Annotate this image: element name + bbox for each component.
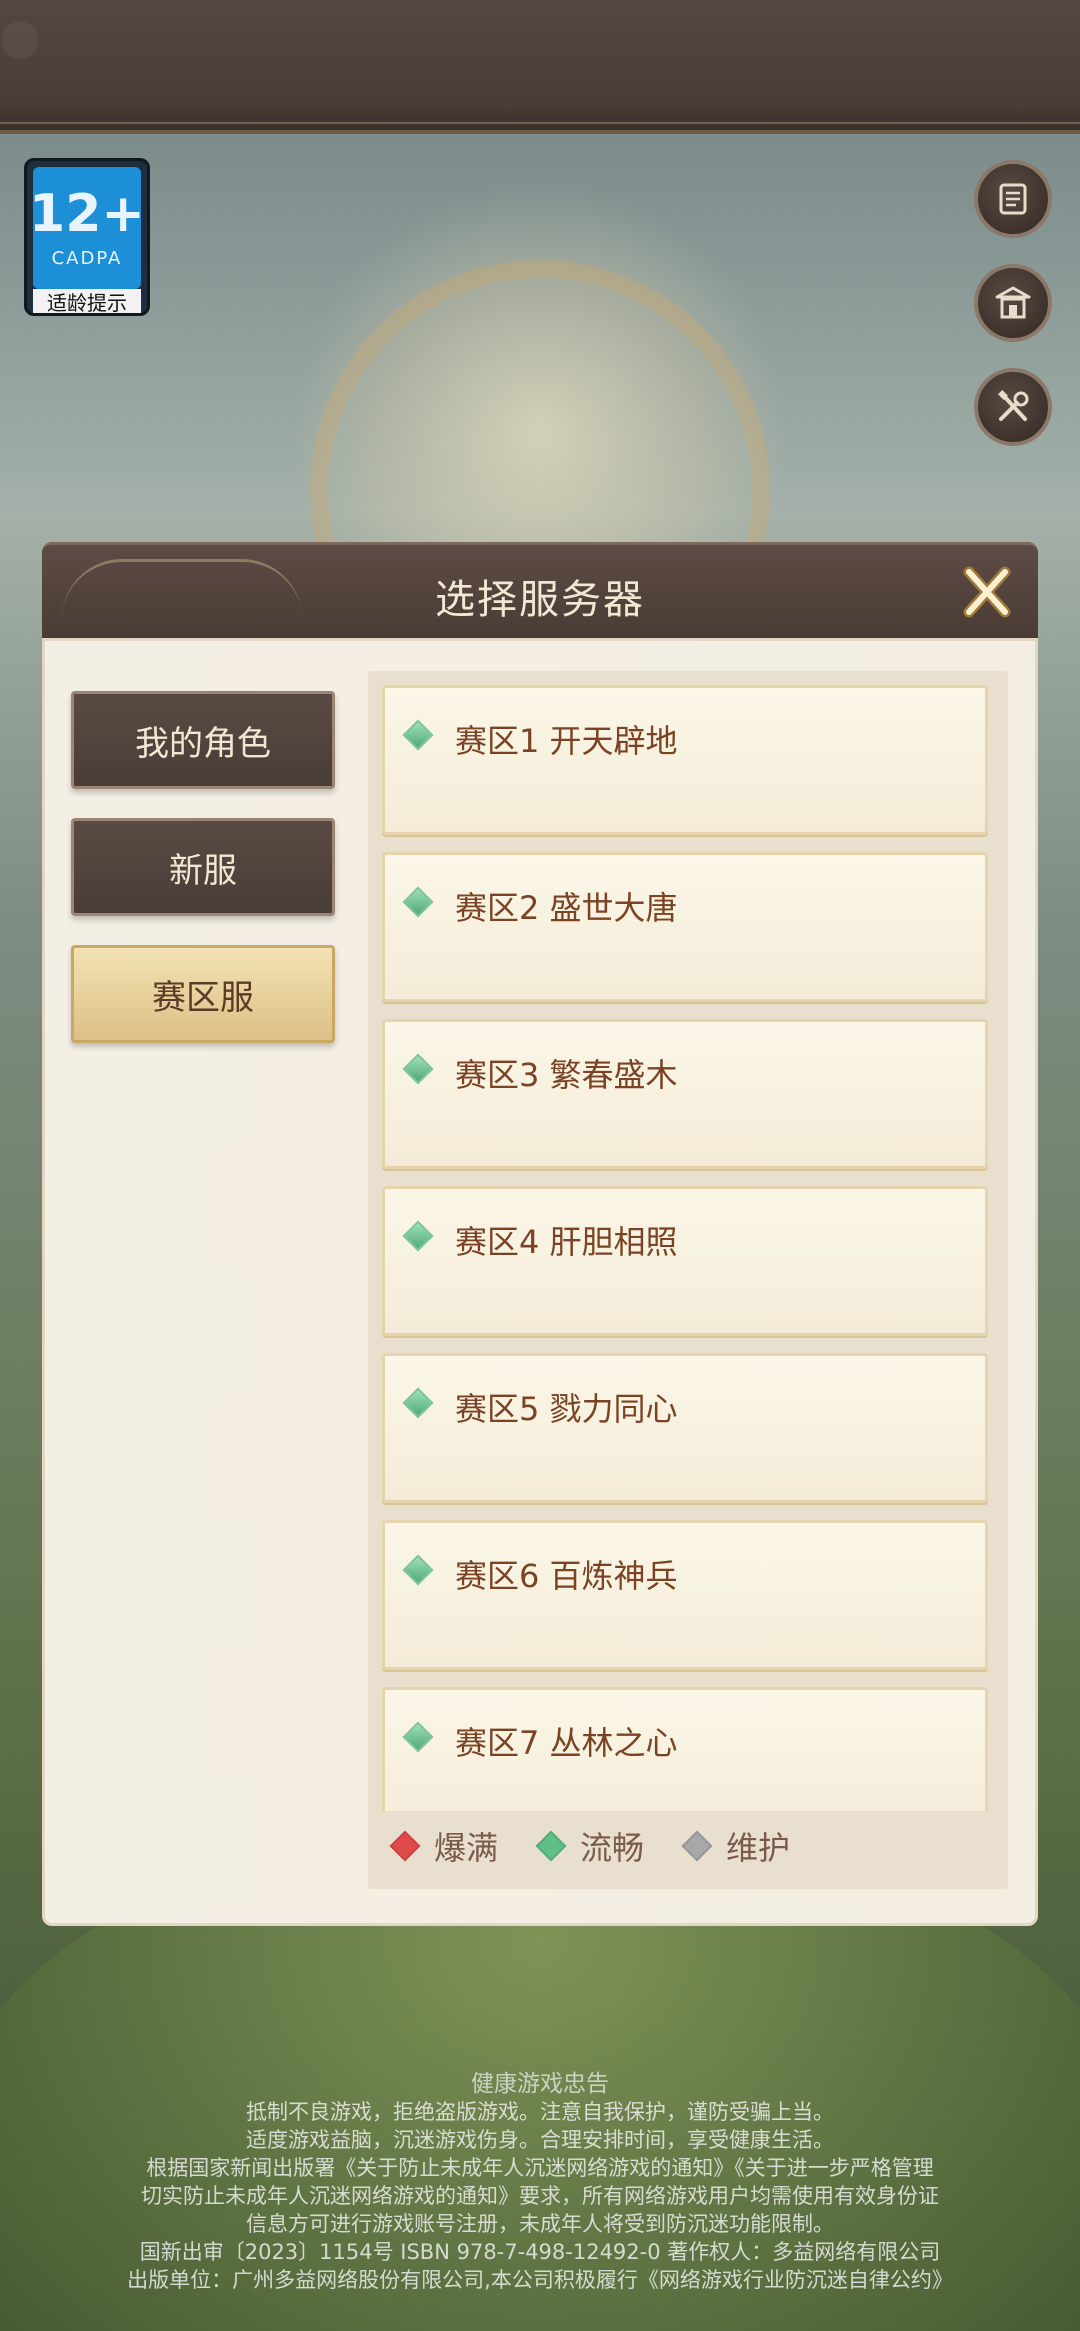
tab-division-servers[interactable]: 赛区服 (71, 945, 335, 1043)
server-item-5[interactable]: 赛区5 戮力同心 (382, 1353, 988, 1503)
status-smooth-icon (402, 1721, 434, 1753)
status-smooth-icon (402, 1220, 434, 1252)
server-name: 赛区5 戮力同心 (455, 1390, 678, 1428)
dialog-title: 选择服务器 (435, 577, 645, 623)
announcement-button[interactable] (974, 160, 1052, 238)
status-maintenance-icon (681, 1830, 713, 1862)
age-rating-number: 12+ (29, 183, 145, 244)
age-rating-label: 适龄提示 (33, 289, 141, 313)
server-item-4[interactable]: 赛区4 肝胆相照 (382, 1186, 988, 1336)
server-name: 赛区1 开天辟地 (455, 722, 678, 760)
status-smooth-icon (535, 1830, 567, 1862)
pavilion-icon (995, 286, 1031, 319)
tab-label: 赛区服 (152, 977, 254, 1018)
tools-button[interactable] (974, 368, 1052, 446)
notice-line: 抵制不良游戏，拒绝盗版游戏。注意自我保护，谨防受骗上当。 (246, 2100, 834, 2124)
close-icon (963, 566, 1011, 618)
top-decor-bar (0, 0, 1080, 134)
server-list[interactable]: 赛区1 开天辟地 赛区2 盛世大唐 赛区3 繁春盛木 赛区4 肝胆相照 赛区5 … (382, 685, 994, 1811)
legend-maintenance: 维护 (680, 1823, 790, 1869)
tab-new-servers[interactable]: 新服 (71, 818, 335, 916)
notice-line: 适度游戏益脑，沉迷游戏伤身。合理安排时间，享受健康生活。 (246, 2128, 834, 2152)
tab-label: 新服 (169, 850, 237, 891)
notice-line: 切实防止未成年人沉迷网络游戏的通知》要求，所有网络游戏用户均需使用有效身份证 (141, 2184, 939, 2208)
notice-line: 国新出审〔2023〕1154号 ISBN 978-7-498-12492-0 著… (139, 2240, 941, 2264)
server-name: 赛区7 丛林之心 (455, 1724, 678, 1762)
status-smooth-icon (402, 719, 434, 751)
dialog-body: 我的角色 新服 赛区服 赛区1 开天辟地 赛区2 盛世大唐 赛区3 繁春盛木 赛… (42, 638, 1038, 1926)
server-select-dialog: 选择服务器 我的角色 新服 赛区服 赛区1 开天辟地 赛区2 盛世大唐 赛区3 … (42, 542, 1038, 1926)
notice-line: 根据国家新闻出版署《关于防止未成年人沉迷网络游戏的通知》《关于进一步严格管理 (146, 2156, 934, 2180)
status-smooth-icon (402, 1554, 434, 1586)
status-smooth-icon (402, 1387, 434, 1419)
server-name: 赛区3 繁春盛木 (455, 1056, 678, 1094)
server-item-6[interactable]: 赛区6 百炼神兵 (382, 1520, 988, 1670)
legend-full: 爆满 (388, 1823, 498, 1869)
notice-line: 信息方可进行游戏账号注册，未成年人将受到防沉迷功能限制。 (246, 2212, 834, 2236)
tools-icon (998, 390, 1029, 421)
status-smooth-icon (402, 886, 434, 918)
legend-smooth: 流畅 (534, 1823, 644, 1869)
server-item-3[interactable]: 赛区3 繁春盛木 (382, 1019, 988, 1169)
tab-label: 我的角色 (135, 723, 271, 764)
age-rating-badge[interactable]: 12+ CADPA 适龄提示 (24, 158, 150, 316)
age-rating-org: CADPA (51, 247, 123, 269)
legend-label: 维护 (726, 1829, 791, 1867)
server-item-1[interactable]: 赛区1 开天辟地 (382, 685, 988, 835)
age-rating-box: 12+ CADPA (29, 167, 145, 289)
notice-line: 出版单位：广州多益网络股份有限公司,本公司积极履行《网络游戏行业防沉迷自律公约》 (127, 2268, 953, 2292)
server-name: 赛区6 百炼神兵 (455, 1557, 678, 1595)
server-name: 赛区2 盛世大唐 (455, 889, 678, 927)
pavilion-button[interactable] (974, 264, 1052, 342)
status-smooth-icon (402, 1053, 434, 1085)
server-list-panel: 赛区1 开天辟地 赛区2 盛世大唐 赛区3 繁春盛木 赛区4 肝胆相照 赛区5 … (368, 671, 1008, 1889)
server-item-2[interactable]: 赛区2 盛世大唐 (382, 852, 988, 1002)
dialog-header: 选择服务器 (42, 542, 1038, 638)
close-button[interactable] (952, 557, 1022, 627)
server-item-7[interactable]: 赛区7 丛林之心 (382, 1687, 988, 1811)
legend-label: 流畅 (580, 1829, 645, 1867)
tab-my-characters[interactable]: 我的角色 (71, 691, 335, 789)
legend-label: 爆满 (434, 1829, 499, 1867)
status-legend: 爆满 流畅 维护 (388, 1821, 826, 1871)
health-notice: 健康游戏忠告 抵制不良游戏，拒绝盗版游戏。注意自我保护，谨防受骗上当。 适度游戏… (0, 2070, 1080, 2294)
status-full-icon (389, 1830, 421, 1862)
scroll-icon (999, 183, 1027, 215)
server-name: 赛区4 肝胆相照 (455, 1223, 678, 1261)
health-notice-title: 健康游戏忠告 (471, 2071, 609, 2097)
